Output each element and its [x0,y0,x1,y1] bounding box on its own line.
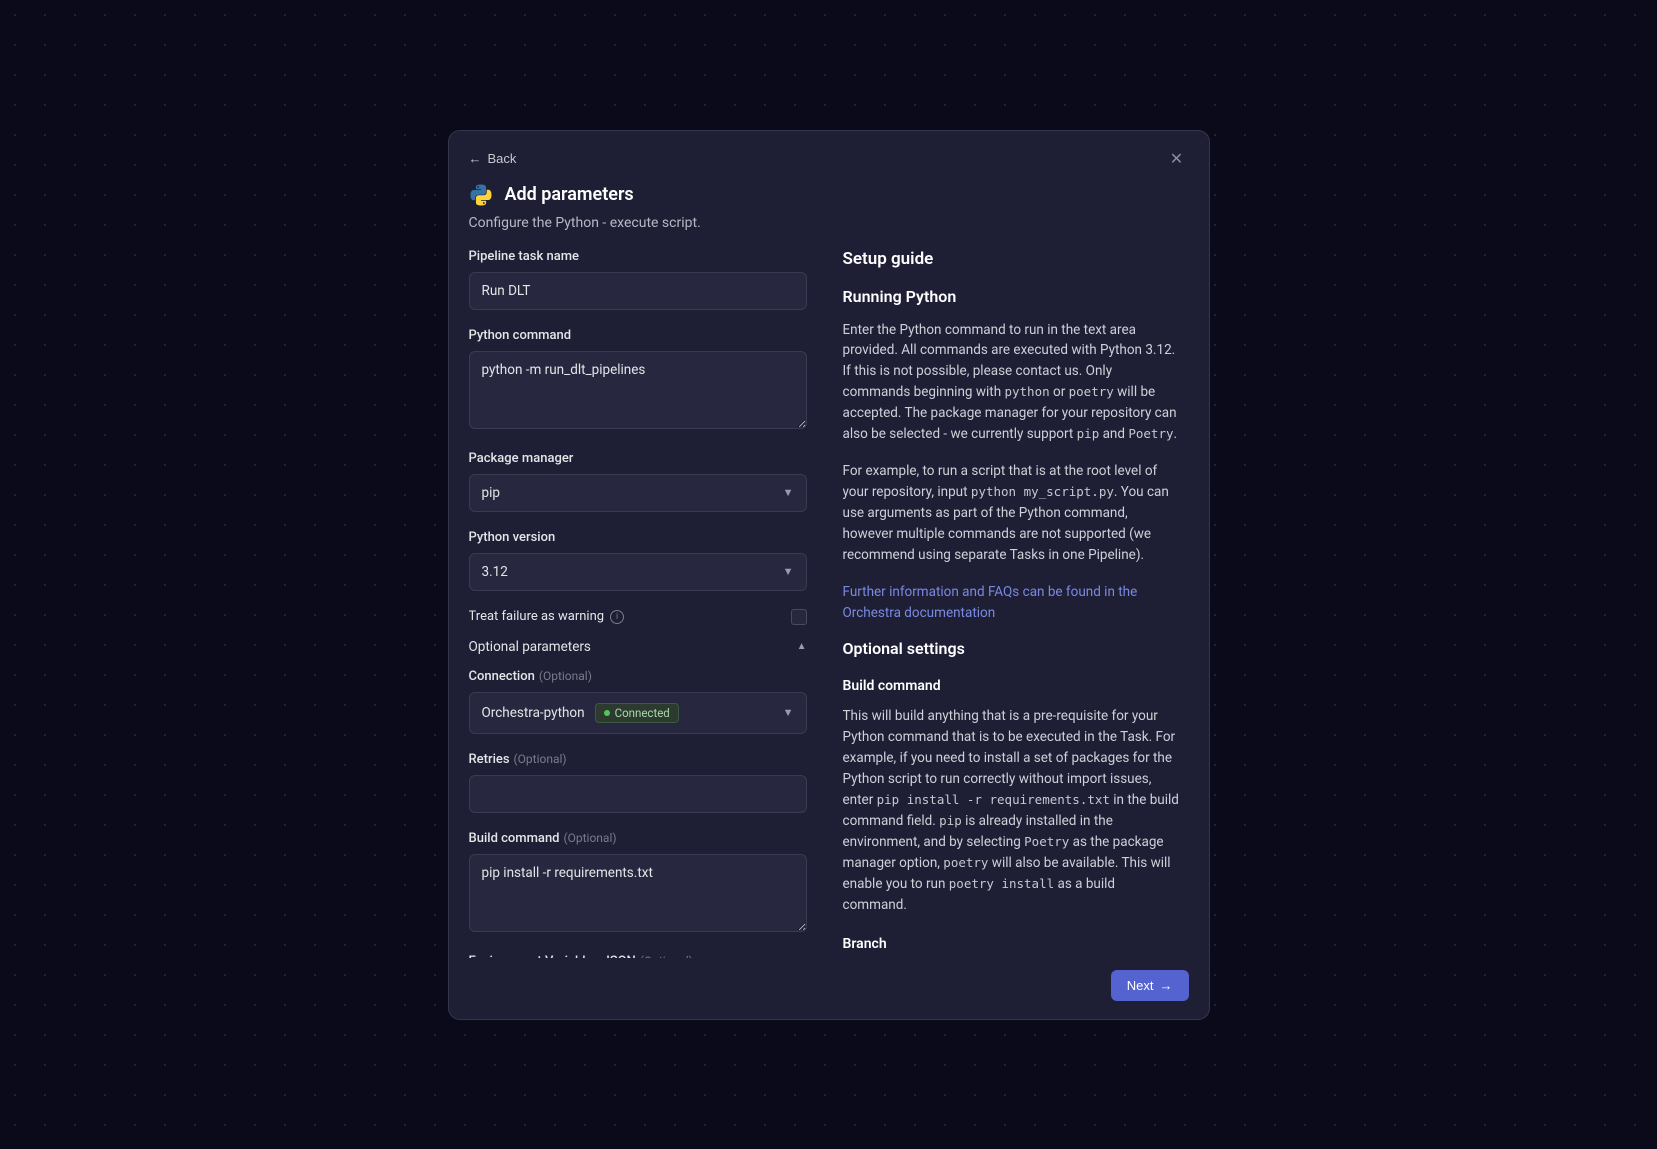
page-title: Add parameters [505,184,634,205]
connection-value: Orchestra-python [482,705,585,721]
arrow-left-icon: ← [469,151,482,166]
status-dot-icon [604,710,610,716]
modal-footer: Next → [449,958,1209,1019]
connection-select[interactable]: Orchestra-python Connected ▼ [469,692,807,734]
arrow-right-icon: → [1160,978,1173,993]
page-subtitle: Configure the Python - execute script. [469,215,1189,231]
chevron-up-icon: ▲ [797,641,807,652]
retries-label: Retries(Optional) [469,752,807,767]
python-icon [469,183,493,207]
guide-optional-heading: Optional settings [843,639,1181,658]
python-command-label: Python command [469,328,807,343]
status-badge: Connected [595,703,679,723]
python-command-textarea[interactable]: python -m run_dlt_pipelines [469,351,807,429]
form-column: Pipeline task name Python command python… [469,249,815,958]
build-command-label: Build command(Optional) [469,831,807,846]
back-button[interactable]: ← Back [469,151,517,166]
package-manager-label: Package manager [469,451,807,466]
close-icon: ✕ [1170,151,1183,168]
retries-input[interactable] [469,775,807,813]
guide-p2: For example, to run a script that is at … [843,461,1181,566]
setup-guide-column: Setup guide Running Python Enter the Pyt… [843,249,1189,958]
build-command-textarea[interactable]: pip install -r requirements.txt [469,854,807,932]
python-version-value: 3.12 [482,564,508,580]
modal-header: ← Back ✕ Add parameters Configure the Py… [449,131,1209,249]
next-button[interactable]: Next → [1111,970,1189,1001]
treat-failure-label: Treat failure as warning [469,609,605,624]
package-manager-select[interactable]: pip ▼ [469,474,807,512]
chevron-down-icon: ▼ [783,565,794,578]
python-version-select[interactable]: 3.12 ▼ [469,553,807,591]
guide-p3: This will build anything that is a pre-r… [843,706,1181,915]
next-label: Next [1127,978,1154,993]
chevron-down-icon: ▼ [783,706,794,719]
guide-build-heading: Build command [843,678,1181,694]
optional-params-label: Optional parameters [469,639,591,655]
guide-title: Setup guide [843,249,1181,269]
connection-label: Connection(Optional) [469,669,807,684]
guide-branch-heading: Branch [843,936,1181,952]
info-icon[interactable]: i [610,610,624,624]
close-button[interactable]: ✕ [1165,147,1189,171]
status-text: Connected [615,706,670,720]
optional-params-toggle[interactable]: Optional parameters ▲ [469,639,807,655]
package-manager-value: pip [482,485,500,501]
task-name-label: Pipeline task name [469,249,807,264]
python-version-label: Python version [469,530,807,545]
task-name-input[interactable] [469,272,807,310]
back-label: Back [488,151,517,166]
treat-failure-checkbox[interactable] [791,609,807,625]
guide-p1: Enter the Python command to run in the t… [843,320,1181,446]
chevron-down-icon: ▼ [783,486,794,499]
add-parameters-modal: ← Back ✕ Add parameters Configure the Py… [448,130,1210,1020]
docs-link[interactable]: Further information and FAQs can be foun… [843,584,1138,621]
guide-running-heading: Running Python [843,287,1181,306]
